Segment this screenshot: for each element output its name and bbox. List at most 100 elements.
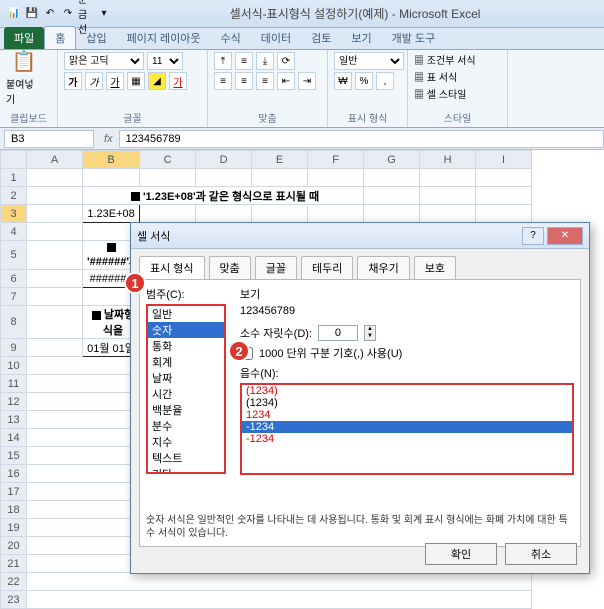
row-header[interactable]: 9 bbox=[1, 339, 27, 357]
row-header[interactable]: 17 bbox=[1, 483, 27, 501]
help-button[interactable]: ? bbox=[522, 227, 544, 245]
neg-option[interactable]: (1234) bbox=[242, 397, 572, 409]
align-top-icon[interactable]: ⤒ bbox=[214, 52, 232, 70]
cell-style-button[interactable]: ▦ 셀 스타일 bbox=[414, 86, 501, 101]
tab-dev[interactable]: 개발 도구 bbox=[382, 27, 446, 49]
border-button[interactable]: ▦ bbox=[127, 72, 145, 90]
row-header[interactable]: 21 bbox=[1, 555, 27, 573]
align-mid-icon[interactable]: ≡ bbox=[235, 52, 253, 70]
neg-option[interactable]: (1234) bbox=[242, 385, 572, 397]
cell[interactable]: '1.23E+08'과 같은 형식으로 표시될 때 bbox=[83, 187, 364, 205]
cat-item[interactable]: 시간 bbox=[148, 386, 224, 402]
font-size-select[interactable]: 11 bbox=[147, 52, 183, 70]
row-header[interactable]: 4 bbox=[1, 223, 27, 241]
formula-input[interactable]: 123456789 bbox=[119, 130, 604, 148]
col-header[interactable]: H bbox=[420, 151, 476, 169]
align-center-icon[interactable]: ≡ bbox=[235, 72, 253, 90]
neg-option[interactable]: -1234 bbox=[242, 433, 572, 445]
tab-review[interactable]: 검토 bbox=[301, 27, 341, 49]
row-header[interactable]: 7 bbox=[1, 288, 27, 306]
name-box[interactable]: B3 bbox=[4, 130, 94, 148]
dropdown-icon[interactable]: ▾ bbox=[96, 6, 112, 22]
number-format-select[interactable]: 일반 bbox=[334, 52, 404, 70]
dialog-titlebar[interactable]: 셀 서식 ? ✕ bbox=[131, 223, 589, 249]
tab-layout[interactable]: 페이지 레이아웃 bbox=[117, 27, 211, 49]
col-header[interactable]: F bbox=[308, 151, 364, 169]
tab-formulas[interactable]: 수식 bbox=[211, 27, 251, 49]
row-header[interactable]: 1 bbox=[1, 169, 27, 187]
decimal-spinner[interactable]: 0 bbox=[318, 325, 358, 341]
dlg-tab-protect[interactable]: 보호 bbox=[414, 256, 456, 280]
row-header[interactable]: 11 bbox=[1, 375, 27, 393]
col-header[interactable]: I bbox=[476, 151, 532, 169]
align-bot-icon[interactable]: ⤓ bbox=[256, 52, 274, 70]
row-header[interactable]: 2 bbox=[1, 187, 27, 205]
row-header[interactable]: 8 bbox=[1, 306, 27, 339]
paste-button[interactable]: 📋 붙여넣기 bbox=[6, 52, 42, 102]
tab-insert[interactable]: 삽입 bbox=[76, 27, 116, 49]
col-header[interactable]: A bbox=[27, 151, 83, 169]
percent-icon[interactable]: % bbox=[355, 72, 373, 90]
active-cell[interactable]: 1.23E+08 bbox=[83, 205, 140, 223]
font-name-select[interactable]: 맑은 고딕 bbox=[64, 52, 144, 70]
underline-button[interactable]: 가 bbox=[106, 72, 124, 90]
row-header[interactable]: 14 bbox=[1, 429, 27, 447]
row-header[interactable]: 18 bbox=[1, 501, 27, 519]
save-icon[interactable]: 💾 bbox=[24, 6, 40, 22]
select-all-corner[interactable] bbox=[1, 151, 27, 169]
row-header[interactable]: 15 bbox=[1, 447, 27, 465]
row-header[interactable]: 19 bbox=[1, 519, 27, 537]
row-header[interactable]: 16 bbox=[1, 465, 27, 483]
indent-dec-icon[interactable]: ⇤ bbox=[277, 72, 295, 90]
comma-icon[interactable]: , bbox=[376, 72, 394, 90]
row-header[interactable]: 23 bbox=[1, 591, 27, 609]
cat-item[interactable]: 기타 bbox=[148, 466, 224, 474]
row-header[interactable]: 13 bbox=[1, 411, 27, 429]
align-right-icon[interactable]: ≡ bbox=[256, 72, 274, 90]
row-header[interactable]: 12 bbox=[1, 393, 27, 411]
cat-item[interactable]: 통화 bbox=[148, 338, 224, 354]
cat-item-selected[interactable]: 숫자 bbox=[148, 322, 224, 338]
redo-icon[interactable]: ↷ bbox=[60, 6, 76, 22]
category-list[interactable]: 일반 숫자 통화 회계 날짜 시간 백분율 분수 지수 텍스트 기타 사용자 지… bbox=[146, 304, 226, 474]
dlg-tab-border[interactable]: 테두리 bbox=[301, 256, 353, 280]
col-header[interactable]: G bbox=[364, 151, 420, 169]
cat-item[interactable]: 분수 bbox=[148, 418, 224, 434]
neg-option[interactable]: 1234 bbox=[242, 409, 572, 421]
row-header[interactable]: 20 bbox=[1, 537, 27, 555]
dlg-tab-font[interactable]: 글꼴 bbox=[255, 256, 297, 280]
cancel-button[interactable]: 취소 bbox=[505, 543, 577, 565]
spinner-buttons[interactable]: ▲▼ bbox=[364, 325, 376, 341]
italic-button[interactable]: 가 bbox=[85, 72, 103, 90]
ok-button[interactable]: 확인 bbox=[425, 543, 497, 565]
cat-item[interactable]: 백분율 bbox=[148, 402, 224, 418]
col-header[interactable]: E bbox=[252, 151, 308, 169]
orient-icon[interactable]: ⟳ bbox=[277, 52, 295, 70]
col-header[interactable]: B bbox=[83, 151, 140, 169]
cat-item[interactable]: 텍스트 bbox=[148, 450, 224, 466]
undo-icon[interactable]: ↶ bbox=[42, 6, 58, 22]
fx-icon[interactable]: fx bbox=[98, 133, 119, 145]
cat-item[interactable]: 회계 bbox=[148, 354, 224, 370]
negative-list[interactable]: (1234) (1234) 1234 -1234 -1234 bbox=[240, 383, 574, 475]
cond-format-button[interactable]: ▦ 조건부 서식 bbox=[414, 52, 501, 67]
fill-color-button[interactable]: ◢ bbox=[148, 72, 166, 90]
tab-view[interactable]: 보기 bbox=[341, 27, 381, 49]
tab-file[interactable]: 파일 bbox=[4, 27, 44, 49]
currency-icon[interactable]: ₩ bbox=[334, 72, 352, 90]
font-color-button[interactable]: 가 bbox=[169, 72, 187, 90]
tab-data[interactable]: 데이터 bbox=[251, 27, 301, 49]
row-header[interactable]: 5 bbox=[1, 241, 27, 270]
close-button[interactable]: ✕ bbox=[547, 227, 583, 245]
row-header[interactable]: 6 bbox=[1, 270, 27, 288]
tab-home[interactable]: 홈 bbox=[44, 26, 76, 49]
cat-item[interactable]: 일반 bbox=[148, 306, 224, 322]
dlg-tab-align[interactable]: 맞춤 bbox=[209, 256, 251, 280]
neg-option-selected[interactable]: -1234 bbox=[242, 421, 572, 433]
align-left-icon[interactable]: ≡ bbox=[214, 72, 232, 90]
cat-item[interactable]: 날짜 bbox=[148, 370, 224, 386]
bold-button[interactable]: 가 bbox=[64, 72, 82, 90]
dlg-tab-fill[interactable]: 채우기 bbox=[357, 256, 409, 280]
row-header[interactable]: 3 bbox=[1, 205, 27, 223]
dlg-tab-number[interactable]: 표시 형식 bbox=[139, 256, 205, 280]
